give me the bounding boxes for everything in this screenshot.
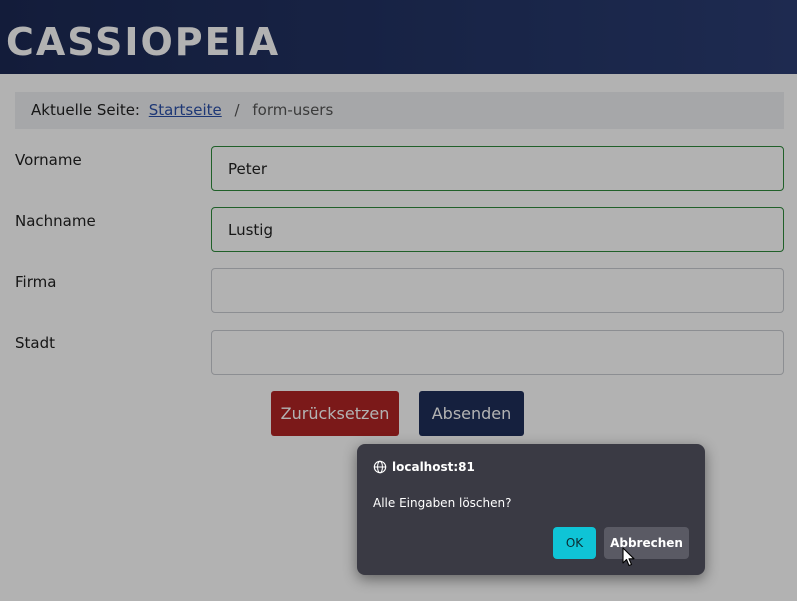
- dialog-origin: localhost:81: [373, 460, 475, 474]
- dialog-cancel-button[interactable]: Abbrechen: [604, 527, 689, 559]
- dialog-message: Alle Eingaben löschen?: [373, 496, 512, 510]
- mouse-cursor-icon: [622, 547, 635, 567]
- dialog-origin-text: localhost:81: [392, 460, 475, 474]
- confirm-dialog: localhost:81 Alle Eingaben löschen? OK A…: [357, 444, 705, 575]
- globe-icon: [373, 460, 387, 474]
- dialog-ok-button[interactable]: OK: [553, 527, 596, 559]
